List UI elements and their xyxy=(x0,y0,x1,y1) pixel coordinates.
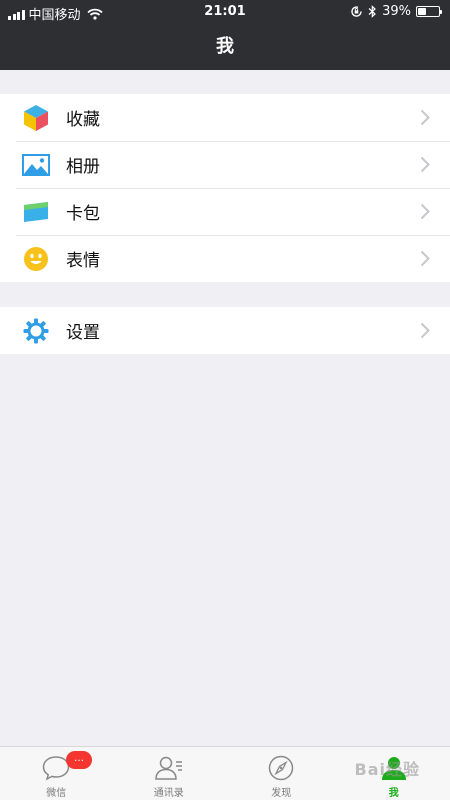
album-icon xyxy=(22,151,50,179)
tab-label: 发现 xyxy=(271,788,292,799)
tab-label: 微信 xyxy=(46,788,67,799)
chevron-right-icon xyxy=(420,250,430,271)
page-title: 我 xyxy=(0,24,450,70)
chevron-right-icon xyxy=(420,156,430,177)
menu-item-label: 表情 xyxy=(66,251,100,271)
tab-contacts[interactable]: 通讯录 xyxy=(113,747,226,800)
battery-fill xyxy=(418,8,426,15)
card-wallet-icon xyxy=(22,198,50,226)
settings-gear-icon xyxy=(22,317,50,345)
menu-group-2: 设置 xyxy=(0,307,450,354)
menu-item-label: 设置 xyxy=(66,323,100,343)
tab-chats[interactable]: … 微信 xyxy=(0,747,113,800)
battery-percent: 39% xyxy=(382,4,411,19)
menu-item-album[interactable]: 相册 xyxy=(0,141,450,188)
smiley-icon xyxy=(22,245,50,273)
menu-item-card-wallet[interactable]: 卡包 xyxy=(0,188,450,235)
compass-icon xyxy=(266,754,296,782)
bluetooth-icon xyxy=(368,5,377,18)
contacts-icon xyxy=(154,754,184,782)
menu-item-settings[interactable]: 设置 xyxy=(0,307,450,354)
watermark: Bai经验 xyxy=(354,760,420,779)
battery-icon xyxy=(416,6,442,17)
orientation-lock-icon xyxy=(350,5,363,18)
chevron-right-icon xyxy=(420,203,430,224)
tab-bar: … 微信 通讯录 发现 我 Bai经验 xyxy=(0,746,450,800)
tab-label: 我 xyxy=(388,788,399,799)
tab-label: 通讯录 xyxy=(153,788,184,799)
status-right: 39% xyxy=(350,4,442,19)
favorites-cube-icon xyxy=(22,104,50,132)
chevron-right-icon xyxy=(420,322,430,343)
menu-item-label: 卡包 xyxy=(66,204,100,224)
unread-badge: … xyxy=(66,751,92,769)
menu-group-1: 收藏 相册 卡包 表情 xyxy=(0,94,450,282)
menu-item-stickers[interactable]: 表情 xyxy=(0,235,450,282)
menu-item-label: 相册 xyxy=(66,157,100,177)
status-bar: 中国移动 21:01 39% xyxy=(0,0,450,24)
menu-item-label: 收藏 xyxy=(66,110,100,130)
chevron-right-icon xyxy=(420,109,430,130)
tab-discover[interactable]: 发现 xyxy=(225,747,338,800)
menu-item-favorites[interactable]: 收藏 xyxy=(0,94,450,141)
